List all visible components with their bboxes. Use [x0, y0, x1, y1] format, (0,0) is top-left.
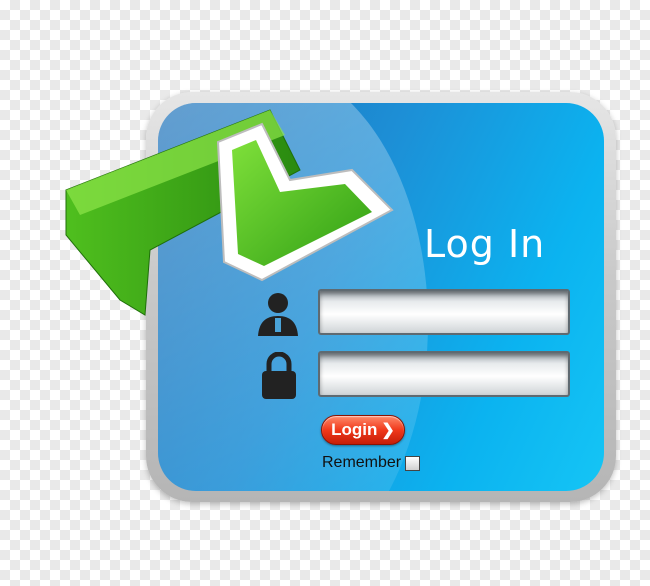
remember-label: Remember: [322, 454, 402, 471]
remember-row: Remember: [322, 454, 421, 472]
username-input[interactable]: [320, 291, 568, 333]
login-button[interactable]: Login ❯: [321, 415, 405, 445]
chevron-right-icon: ❯: [381, 422, 395, 439]
lock-icon: [262, 352, 296, 399]
page-title: Log In: [424, 222, 546, 266]
login-button-label: Login: [331, 420, 378, 439]
password-field[interactable]: [318, 351, 570, 397]
remember-checkbox[interactable]: [405, 455, 421, 471]
password-input[interactable]: [320, 353, 568, 395]
user-icon: [258, 293, 298, 336]
username-field[interactable]: [318, 289, 570, 335]
